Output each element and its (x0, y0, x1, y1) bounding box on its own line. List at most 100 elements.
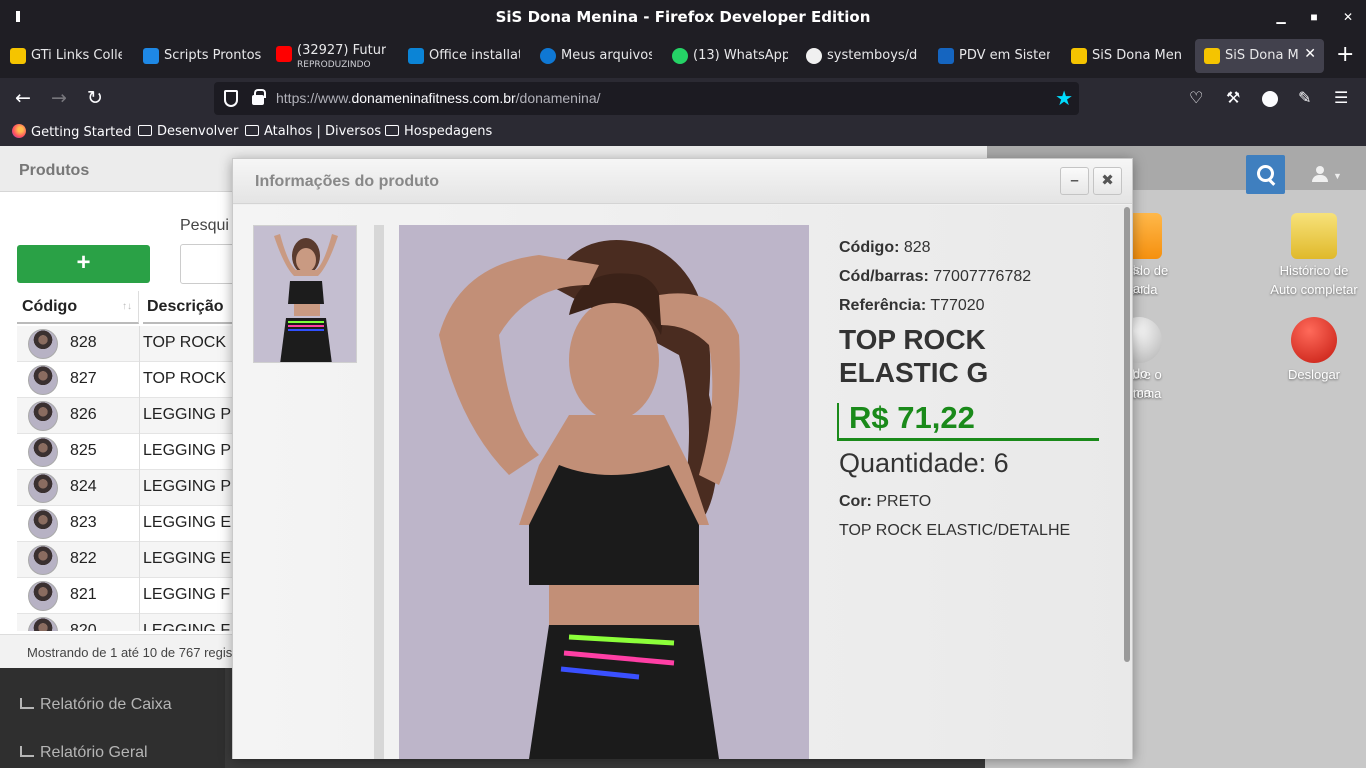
tab-favicon-icon (408, 48, 424, 64)
address-bar[interactable]: https://www.donameninafitness.com.br/don… (214, 82, 1079, 115)
minimize-window-button[interactable]: ▁ (1272, 8, 1290, 26)
area-chart-icon (20, 698, 34, 709)
search-button[interactable] (1246, 155, 1285, 194)
dialog-title: Informações do produto (255, 173, 439, 190)
chevron-down-icon[interactable]: ▼ (1333, 171, 1342, 181)
bookmark-folder-hospedagens[interactable]: Hospedagens (385, 124, 492, 139)
table-row[interactable]: 824 LEGGING P (17, 470, 237, 506)
table-footer: Mostrando de 1 até 10 de 767 regist (0, 634, 240, 668)
new-tab-icon[interactable]: + (1336, 42, 1354, 67)
maximize-window-button[interactable]: ■ (1305, 8, 1323, 26)
tab-meus-arquivos[interactable]: Meus arquivos (540, 39, 652, 73)
tab-pdv[interactable]: PDV em Sistem (938, 39, 1050, 73)
close-dialog-button[interactable]: ✖ (1093, 167, 1122, 195)
back-icon[interactable]: ← (15, 87, 31, 109)
tab-sis-dona-menina-active[interactable]: SiS Dona Me ✕ (1195, 39, 1324, 73)
search-input[interactable] (180, 244, 240, 284)
tab-favicon-icon (1204, 48, 1220, 64)
playing-indicator: REPRODUZINDO (297, 60, 371, 70)
list-window-title: Produtos (19, 162, 90, 179)
bookmark-folder-atalhos[interactable]: Atalhos | Diversos (245, 124, 381, 139)
product-thumbnail (28, 545, 58, 575)
product-thumbnail (28, 329, 58, 359)
desktop-item-historico[interactable]: Histórico de Auto completar (1268, 213, 1360, 299)
search-label: Pesqui (180, 217, 229, 234)
tab-sis-dona-menina[interactable]: SiS Dona Meni (1071, 39, 1183, 73)
product-table: Código ↑↓ Descrição 828 TOP ROCK 827 TOP RO… (17, 291, 237, 631)
youtube-icon (276, 46, 292, 62)
product-main-image[interactable] (399, 225, 809, 759)
product-reference: Referência: T77020 (839, 297, 985, 314)
wrench-icon[interactable]: ⚒ (1226, 88, 1240, 107)
extension-icon[interactable] (1262, 91, 1278, 107)
table-row[interactable]: 825 LEGGING P (17, 434, 237, 470)
reload-icon[interactable]: ↻ (87, 87, 103, 109)
user-menu-icon[interactable] (1312, 166, 1328, 182)
window-titlebar: SiS Dona Menina - Firefox Developer Edit… (0, 0, 1366, 34)
folder-icon (138, 125, 152, 136)
hamburger-menu-icon[interactable]: ☰ (1334, 88, 1348, 107)
folder-icon (245, 125, 259, 136)
tab-favicon-icon (143, 48, 159, 64)
product-detail: TOP ROCK ELASTIC/DETALHE (839, 522, 1071, 539)
tab-gti-links[interactable]: GTi Links Colle (10, 39, 122, 73)
close-tab-icon[interactable]: ✕ (1304, 46, 1316, 62)
dialog-header[interactable]: Informações do produto – ✖ (233, 159, 1132, 204)
column-header-descricao[interactable]: Descrição (143, 291, 237, 324)
add-product-button[interactable]: + (17, 245, 150, 283)
product-code: Código: 828 (839, 239, 931, 256)
sidebar-item-relatorio-caixa[interactable]: Relatório de Caixa (20, 696, 172, 714)
product-quantity: Quantidade: 6 (839, 448, 1009, 478)
product-main-photo (399, 225, 809, 759)
desktop-item-label: Deslogar (1287, 367, 1341, 382)
tracking-shield-icon[interactable] (224, 90, 238, 107)
dialog-scrollbar[interactable] (1124, 207, 1130, 662)
bookmark-folder-desenvolver[interactable]: Desenvolver (138, 124, 238, 139)
table-row[interactable]: 828 TOP ROCK (17, 326, 237, 362)
table-row[interactable]: 826 LEGGING P (17, 398, 237, 434)
forward-icon[interactable]: → (51, 87, 67, 109)
tab-favicon-icon (938, 48, 954, 64)
tab-youtube[interactable]: (32927) Future REPRODUZINDO (276, 39, 386, 73)
desktop-item-deslogar[interactable]: Deslogar (1268, 317, 1360, 384)
product-thumbnail (28, 437, 58, 467)
minimize-dialog-button[interactable]: – (1060, 167, 1089, 195)
product-color: Cor: PRETO (839, 493, 932, 510)
tab-whatsapp[interactable]: (13) WhatsApp (672, 39, 788, 73)
product-thumbnail (28, 401, 58, 431)
window-title: SiS Dona Menina - Firefox Developer Edit… (495, 8, 871, 26)
product-name: TOP ROCK ELASTIC G (839, 324, 989, 388)
desktop-item-label: Histórico de Auto completar (1270, 263, 1358, 297)
table-row[interactable]: 823 LEGGING E (17, 506, 237, 542)
navigation-toolbar: ← → ↻ https://www.donameninafitness.com.… (0, 78, 1366, 120)
table-row[interactable]: 820 LEGGING F (17, 614, 237, 631)
table-row[interactable]: 822 LEGGING E (17, 542, 237, 578)
dialog-body: Código: 828 Cód/barras: 77007776782 Refe… (233, 205, 1132, 759)
color-picker-icon[interactable]: ✎ (1298, 88, 1311, 107)
onedrive-icon (540, 48, 556, 64)
product-thumbnail-image[interactable] (253, 225, 357, 363)
sidebar-item-relatorio-geral[interactable]: Relatório Geral (20, 744, 148, 762)
tab-bar: GTi Links Colle Scripts Prontos (32927) … (0, 34, 1366, 78)
whatsapp-icon (672, 48, 688, 64)
table-row[interactable]: 821 LEGGING F (17, 578, 237, 614)
url-text[interactable]: https://www.donameninafitness.com.br/don… (276, 90, 601, 106)
gallery-divider (374, 225, 384, 759)
close-window-button[interactable]: ✕ (1339, 8, 1357, 26)
product-thumbnail (28, 617, 58, 631)
tab-github[interactable]: systemboys/do (806, 39, 918, 73)
sidebar: Relatório de Caixa Relatório Geral (0, 660, 225, 768)
column-header-codigo[interactable]: Código ↑↓ (17, 291, 139, 324)
bookmark-star-icon[interactable]: ★ (1055, 86, 1073, 111)
lock-icon[interactable] (252, 89, 266, 105)
product-thumbnail (28, 509, 58, 539)
firefox-icon (12, 124, 26, 138)
power-icon (1291, 317, 1337, 363)
github-icon (806, 48, 822, 64)
table-row[interactable]: 827 TOP ROCK (17, 362, 237, 398)
tab-scripts-prontos[interactable]: Scripts Prontos (143, 39, 263, 73)
pocket-icon[interactable]: ♡ (1189, 88, 1203, 107)
bookmark-getting-started[interactable]: Getting Started (12, 124, 132, 140)
tab-office-install[interactable]: Office installati (408, 39, 520, 73)
product-info-dialog: Informações do produto – ✖ Código: 828 C… (232, 158, 1133, 759)
